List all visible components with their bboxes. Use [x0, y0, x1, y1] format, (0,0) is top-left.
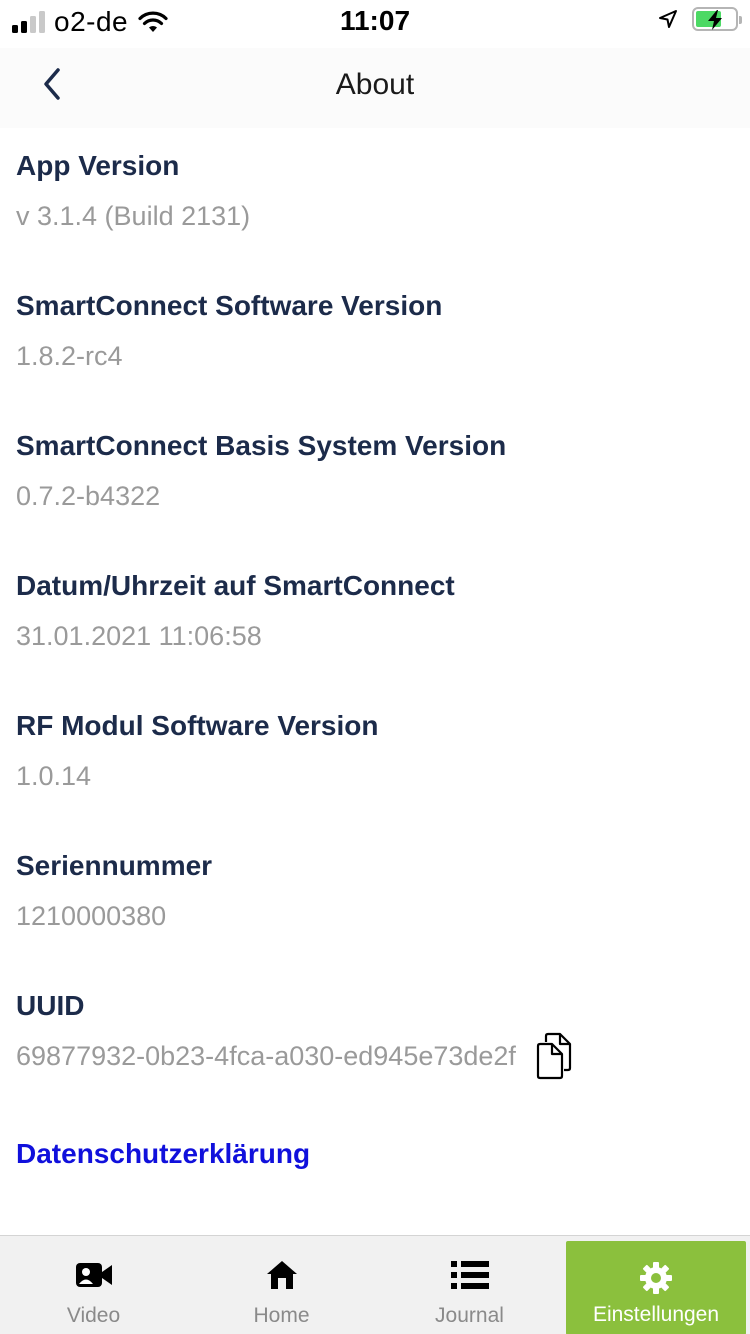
tab-label: Einstellungen — [592, 1303, 720, 1326]
uuid-row: 69877932-0b23-4fca-a030-ed945e73de2f — [16, 1032, 572, 1080]
tab-label: Home — [253, 1304, 310, 1327]
info-value: 1210000380 — [16, 901, 167, 931]
home-icon — [188, 1256, 375, 1294]
copy-icon — [536, 1032, 572, 1080]
basis-system-version-item: SmartConnect Basis System Version 0.7.2-… — [16, 430, 506, 512]
datetime-item: Datum/Uhrzeit auf SmartConnect 31.01.202… — [16, 570, 455, 652]
info-label: RF Modul Software Version — [16, 710, 379, 741]
info-value: 1.0.14 — [16, 761, 92, 791]
info-value: v 3.1.4 (Build 2131) — [16, 201, 251, 231]
list-icon — [376, 1256, 563, 1294]
navigation-bar: About — [0, 48, 750, 128]
rf-module-version-item: RF Modul Software Version 1.0.14 — [16, 710, 378, 792]
info-label: Datum/Uhrzeit auf SmartConnect — [16, 570, 455, 601]
status-right — [658, 7, 742, 31]
copy-button[interactable] — [536, 1032, 572, 1080]
serial-number-item: Seriennummer 1210000380 — [16, 850, 212, 932]
info-value: 31.01.2021 11:06:58 — [16, 621, 262, 651]
software-version-item: SmartConnect Software Version 1.8.2-rc4 — [16, 290, 442, 372]
info-label: App Version — [16, 150, 180, 181]
info-label: SmartConnect Software Version — [16, 290, 443, 321]
info-value: 1.8.2-rc4 — [16, 341, 123, 371]
status-time: 11:07 — [339, 5, 411, 36]
privacy-policy-link[interactable]: Datenschutzerklärung — [16, 1138, 310, 1170]
tab-bar: Video Home Journal Einstellungen — [0, 1235, 750, 1334]
location-arrow-icon — [659, 10, 677, 28]
status-bar: o2-de 11:07 — [0, 0, 750, 40]
uuid-item: UUID 69877932-0b23-4fca-a030-ed945e73de2… — [16, 990, 572, 1080]
info-value: 0.7.2-b4322 — [16, 481, 161, 511]
info-label: SmartConnect Basis System Version — [16, 430, 507, 461]
tab-label: Journal — [435, 1304, 504, 1327]
uuid-value[interactable]: 69877932-0b23-4fca-a030-ed945e73de2f — [16, 1041, 516, 1072]
tab-einstellungen[interactable]: Einstellungen — [566, 1241, 746, 1334]
gear-icon — [566, 1259, 746, 1297]
video-camera-icon — [0, 1256, 187, 1294]
tab-video[interactable]: Video — [0, 1236, 187, 1334]
battery-icon — [692, 7, 742, 31]
page-title: About — [335, 68, 415, 101]
tab-home[interactable]: Home — [188, 1236, 375, 1334]
app-version-item: App Version v 3.1.4 (Build 2131) — [16, 150, 250, 232]
tab-label: Video — [66, 1304, 121, 1327]
tab-journal[interactable]: Journal — [376, 1236, 563, 1334]
info-label: Seriennummer — [16, 850, 213, 881]
info-label: UUID — [16, 990, 85, 1021]
